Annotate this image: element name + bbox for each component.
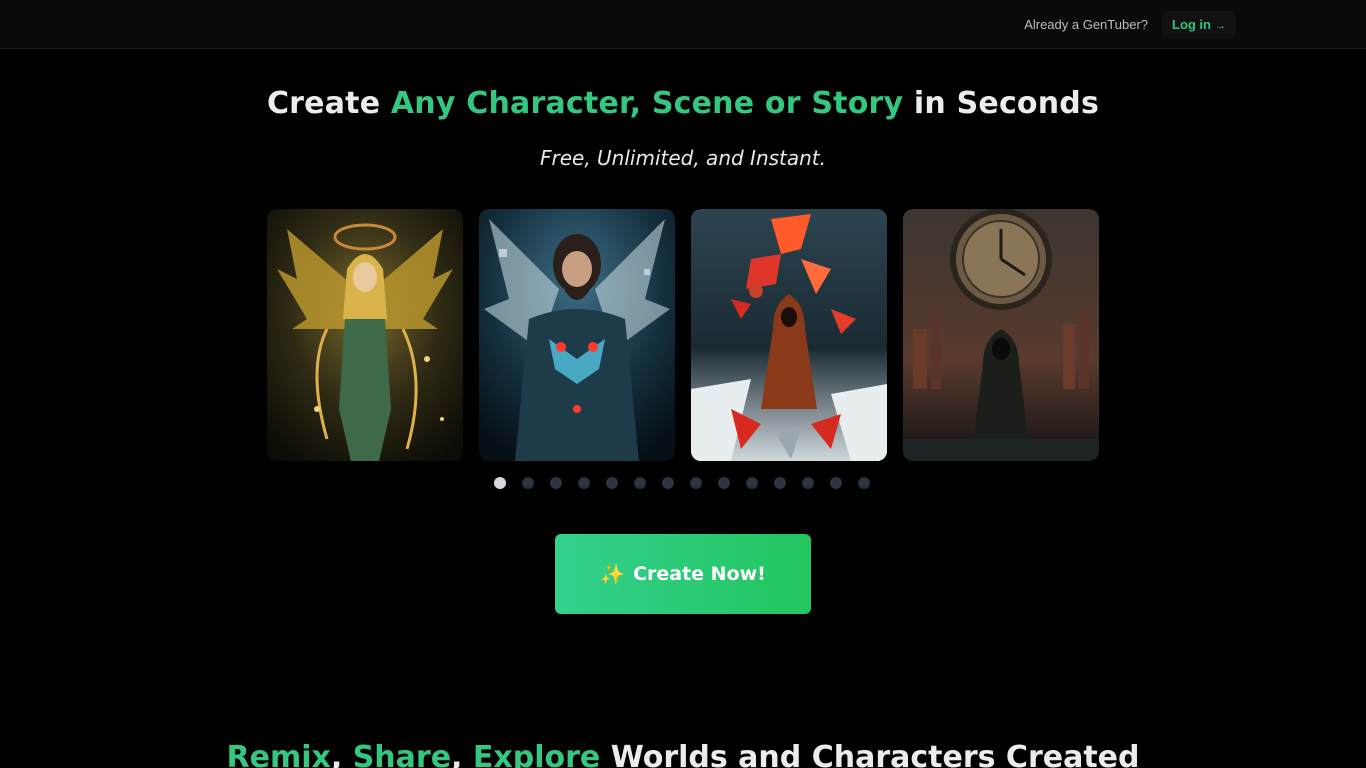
login-prompt: Already a GenTuber? Log in → [1018, 8, 1236, 40]
carousel-pagination [494, 477, 870, 489]
carousel-dot[interactable] [746, 477, 758, 489]
carousel-dot[interactable] [690, 477, 702, 489]
section-title-sep-2: , [451, 740, 473, 768]
carousel-dot[interactable] [662, 477, 674, 489]
carousel-dot[interactable] [578, 477, 590, 489]
carousel-dot[interactable] [494, 477, 506, 489]
section-title: Remix, Share, Explore Worlds and Charact… [0, 740, 1366, 768]
carousel-dot[interactable] [522, 477, 534, 489]
carousel-dot[interactable] [634, 477, 646, 489]
hooded-figure-artwork-image [691, 209, 887, 461]
carousel-card[interactable] [691, 209, 887, 461]
arrow-right-icon: → [1215, 19, 1226, 32]
carousel-dot[interactable] [774, 477, 786, 489]
create-now-button[interactable]: ✨ Create Now! [555, 534, 811, 614]
carousel-dot[interactable] [718, 477, 730, 489]
section-title-sep-1: , [330, 740, 353, 768]
carousel-card[interactable] [903, 209, 1099, 461]
login-button[interactable]: Log in → [1162, 10, 1236, 38]
already-member-text: Already a GenTuber? [1024, 16, 1148, 32]
carousel-dot[interactable] [606, 477, 618, 489]
hero-title-start: Create [266, 86, 391, 121]
top-bar: Already a GenTuber? Log in → [0, 0, 1366, 49]
section-title-accent-2: Share [352, 740, 452, 768]
sparkles-icon: ✨ [600, 562, 626, 586]
carousel-dot[interactable] [858, 477, 870, 489]
carousel-card[interactable] [267, 209, 463, 461]
create-now-label: Create Now! [633, 563, 766, 585]
hero-title-accent: Any Character, Scene or Story [390, 86, 904, 121]
clock-wraith-artwork-image [903, 209, 1099, 461]
carousel-card[interactable] [479, 209, 675, 461]
hero-title: Create Any Character, Scene or Story in … [0, 86, 1366, 121]
section-title-accent-3: Explore [472, 740, 601, 768]
carousel-dot[interactable] [830, 477, 842, 489]
hero-title-end: in Seconds [903, 86, 1100, 121]
hero-subtitle: Free, Unlimited, and Instant. [539, 146, 827, 170]
hero-artwork-image [479, 209, 675, 461]
angel-artwork-image [267, 209, 463, 461]
carousel-dot[interactable] [802, 477, 814, 489]
carousel-dot[interactable] [550, 477, 562, 489]
section-title-rest: Worlds and Characters Created [600, 740, 1140, 768]
section-title-accent-1: Remix [226, 740, 331, 768]
login-label: Log in [1172, 16, 1211, 32]
image-carousel[interactable] [267, 209, 1099, 461]
